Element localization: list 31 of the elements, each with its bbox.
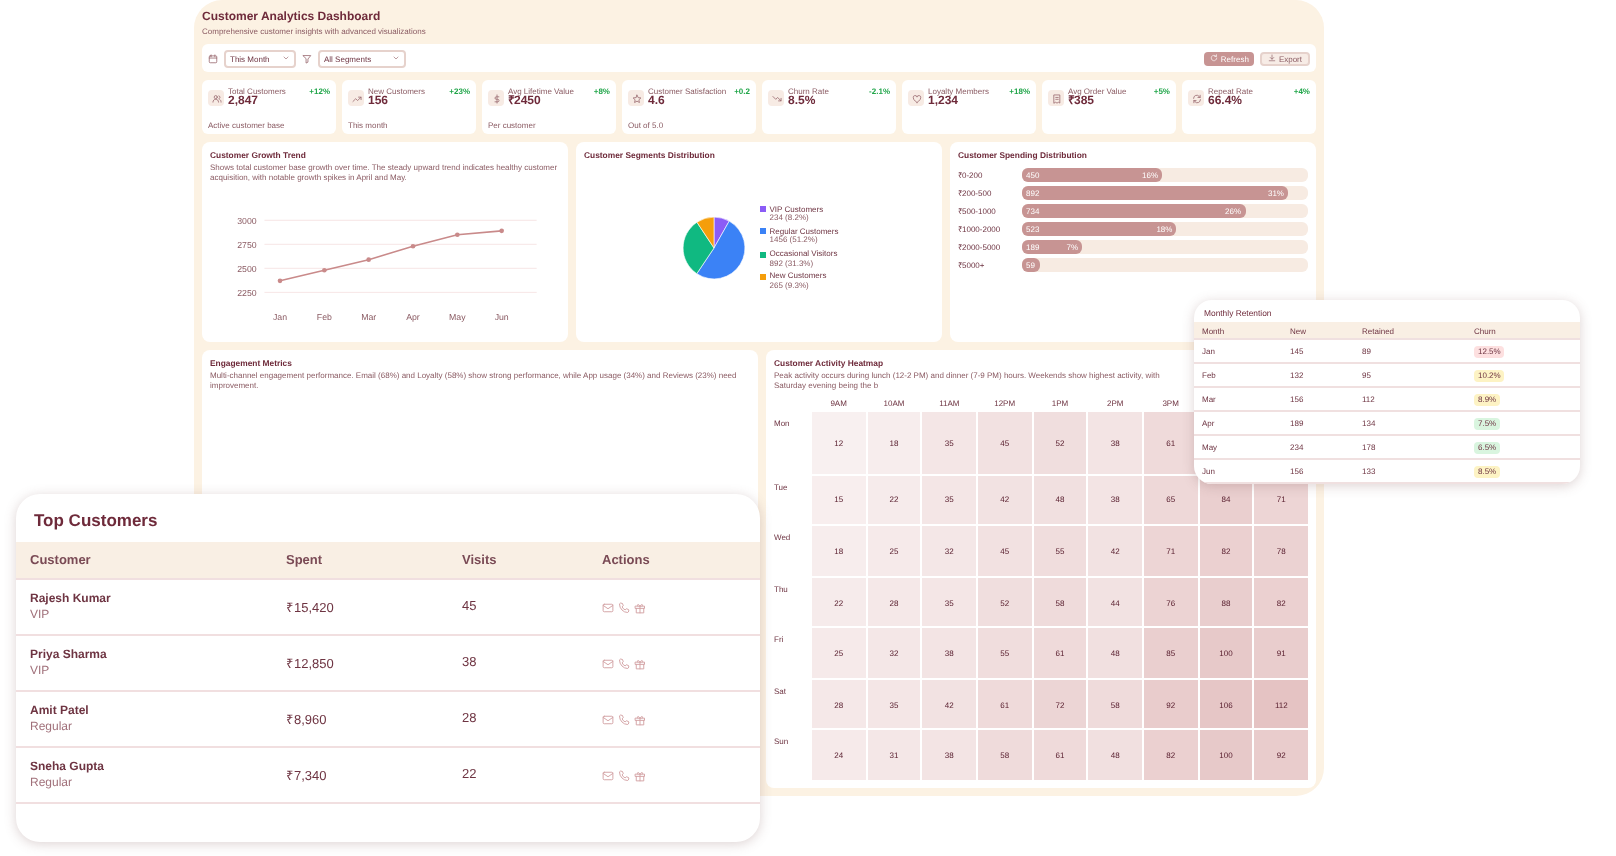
email-icon[interactable] xyxy=(602,657,614,669)
data-point xyxy=(322,267,327,273)
users-icon xyxy=(208,90,224,106)
trend-up-icon xyxy=(348,90,364,106)
gift-icon[interactable] xyxy=(634,657,646,669)
email-icon[interactable] xyxy=(602,713,614,725)
card-title: Top Customers xyxy=(32,508,160,532)
dollar-icon xyxy=(488,90,504,106)
phone-icon[interactable] xyxy=(618,657,630,669)
download-icon xyxy=(1268,54,1277,62)
phone-icon[interactable] xyxy=(618,601,630,613)
email-icon[interactable] xyxy=(602,769,614,781)
phone-icon[interactable] xyxy=(618,769,630,781)
receipt-icon xyxy=(1048,90,1064,106)
data-point xyxy=(410,243,416,249)
phone-icon[interactable] xyxy=(618,713,630,725)
email-icon[interactable] xyxy=(602,601,614,613)
trend-down-icon xyxy=(768,90,784,106)
repeat-icon xyxy=(1188,90,1204,106)
data-point xyxy=(499,228,504,234)
data-point xyxy=(455,232,460,238)
filter-icon xyxy=(302,53,312,63)
star-icon xyxy=(628,90,644,106)
gift-icon[interactable] xyxy=(634,601,646,613)
calendar-icon xyxy=(208,53,218,63)
refresh-icon xyxy=(1210,54,1219,62)
data-point xyxy=(366,257,371,263)
heart-icon xyxy=(908,90,924,106)
gift-icon[interactable] xyxy=(634,769,646,781)
data-point xyxy=(277,278,283,284)
gift-icon[interactable] xyxy=(634,713,646,725)
